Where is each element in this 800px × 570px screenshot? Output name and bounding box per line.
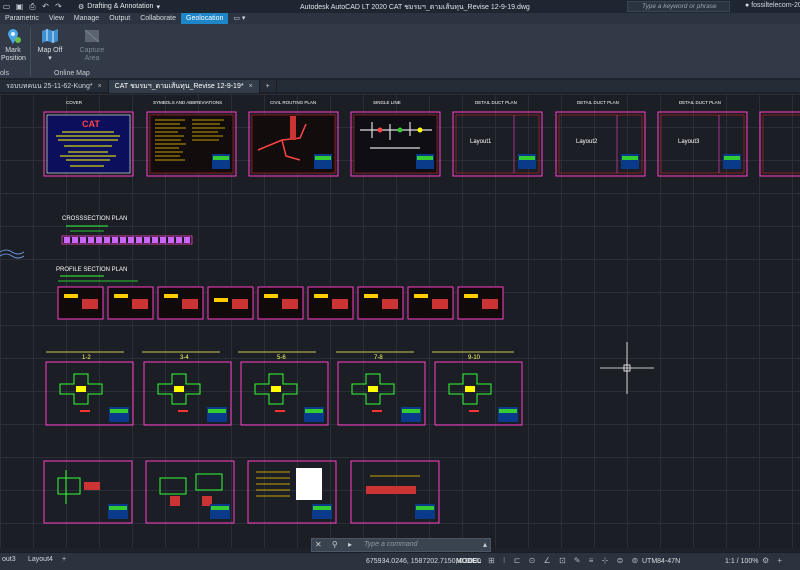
mark-position-button[interactable]: Mark Position [1,27,26,63]
command-line-buttons[interactable]: ✕ ⚲ ▸ [315,540,356,549]
layout-tab[interactable]: Layout4 [28,556,53,563]
sheet-symbols[interactable] [146,111,237,177]
command-line[interactable]: ✕ ⚲ ▸ Type a command ▴ [311,538,491,552]
tab-view[interactable]: View [44,13,69,24]
doc-tab-label: รอบบทคนน 25-11-62-Kung* [6,83,93,90]
map-icon [42,29,58,43]
layout-label: Layout1 [470,139,492,145]
cover-logo: CAT [82,119,100,129]
new-tab-button[interactable]: + [260,80,277,93]
model-space-button[interactable]: MODEL [456,558,481,565]
profile-section-plan[interactable]: PROFILE SECTION PLAN [56,267,138,282]
manhole-label: 3-4 [180,355,189,361]
view-marker [0,249,25,259]
doc-tab-2[interactable]: CAT ชมรมฯ_ตามเส้นทุน_Revise 12-9-19* × [108,80,260,93]
sheet-layout-partial[interactable] [759,111,800,177]
chevron-down-icon: ▾ [156,3,160,11]
capture-area-icon [84,29,100,43]
save-icon[interactable]: ▣ [15,2,24,11]
doc-tab-label: CAT ชมรมฯ_ตามเส้นทุน_Revise 12-9-19* [114,83,244,90]
sheet-layout-1[interactable]: Layout1 [452,111,543,177]
title-bar: ▭ ▣ ⎙ ↶ ↷ ⚙ Drafting & Annotation ▾ Auto… [0,0,800,13]
command-input[interactable]: Type a command [364,541,418,548]
map-off-button[interactable]: Map Off ▾ [36,27,64,63]
sheet-title: SYMBOLS AND ABBREVIATIONS [153,100,222,105]
mark-label-1: Mark [5,47,21,54]
undo-icon[interactable]: ↶ [41,2,50,11]
drawing-svg: COVER SYMBOLS AND ABBREVIATIONS CIVIL RO… [0,100,800,524]
print-icon[interactable]: ⎙ [28,2,37,11]
layout-label: Layout2 [576,139,598,145]
ribbon-tabs: Parametric View Manage Output Collaborat… [0,13,800,24]
chevron-up-icon[interactable]: ▴ [483,540,487,549]
doc-tab-1[interactable]: รอบบทคนน 25-11-62-Kung* × [0,80,109,93]
workspace-switcher[interactable]: ⚙ Drafting & Annotation ▾ [78,1,160,12]
sheet-title: SINGLE LINE [373,100,401,105]
map-pin-icon [8,29,21,44]
layout-tab[interactable]: out3 [2,556,16,563]
ribbon-panel: Mark Position Map Off ▾ Capture Area ols… [0,24,800,79]
capture-label-1: Capture [79,47,105,54]
search-input[interactable]: Type a keyword or phrase [627,1,730,12]
layout-label: Layout3 [678,139,700,145]
add-layout-button[interactable]: + [62,556,66,563]
tab-geolocation[interactable]: Geolocation [181,13,229,24]
sheet-cover[interactable]: CAT [43,111,134,177]
sheet-layout-2[interactable]: Layout2 [555,111,646,177]
crosshair-cursor [600,342,654,394]
open-icon[interactable]: ▭ [2,2,11,11]
workspace-label: Drafting & Annotation [87,3,154,10]
document-tabs: รอบบทคนน 25-11-62-Kung* × CAT ชมรมฯ_ตามเส… [0,80,800,93]
capture-label-2: Area [84,55,100,62]
manhole-label: 9-10 [468,355,481,361]
sheet-title: DETAIL DUCT PLAN [475,100,517,105]
user-account[interactable]: ● fossiltelecom-20 [745,2,800,9]
tab-collaborate[interactable]: Collaborate [135,13,181,24]
autocad-window: ▭ ▣ ⎙ ↶ ↷ ⚙ Drafting & Annotation ▾ Auto… [0,0,800,570]
panel-label-tools: ols [0,70,9,77]
sheet-layout-3[interactable]: Layout3 [657,111,748,177]
gear-icon: ⚙ [78,3,85,11]
tab-parametric[interactable]: Parametric [0,13,44,24]
close-icon[interactable]: × [249,83,253,90]
drafting-toggles[interactable]: ⊞ ⁝ ⊏ ⊙ ∠ ⊡ ✎ ≡ ⊹ ⊜ ⊚ [488,556,641,565]
ribbon-divider [30,27,31,77]
sheet-title: DETAIL DUCT PLAN [577,100,619,105]
profile-title: PROFILE SECTION PLAN [56,267,127,273]
status-menu-icons[interactable]: ⚙ + [762,556,785,565]
tab-output[interactable]: Output [104,13,135,24]
annotation-scale[interactable]: 1:1 / 100% [725,558,758,565]
drawing-canvas[interactable]: COVER SYMBOLS AND ABBREVIATIONS CIVIL RO… [0,94,800,548]
close-icon[interactable]: × [98,83,102,90]
sheet-single-line[interactable] [350,111,441,177]
sheet-civil-routing[interactable] [248,111,339,177]
coordinate-system[interactable]: UTM84-47N [642,558,680,565]
map-off-label: Map Off [37,47,63,54]
user-icon: ● [745,2,750,9]
sheet-title: CIVIL ROUTING PLAN [270,100,316,105]
tab-manage[interactable]: Manage [69,13,104,24]
sheet-title: COVER [66,100,83,105]
mark-label-2: Position [1,55,26,62]
manhole-label: 5-6 [277,355,286,361]
window-title: Autodesk AutoCAD LT 2020 CAT ชมรมฯ_ตามเส… [300,4,530,11]
quick-access-toolbar: ▭ ▣ ⎙ ↶ ↷ [2,2,63,11]
chevron-down-icon: ▾ [48,55,52,62]
panel-label-online-map: Online Map [54,70,90,77]
redo-icon[interactable]: ↷ [54,2,63,11]
user-name: fossiltelecom-20 [751,2,800,9]
ribbon-options-button[interactable]: ▭ ▾ [228,13,250,24]
crosssection-title: CROSSSECTION PLAN [62,216,127,222]
capture-area-button[interactable]: Capture Area [78,27,106,63]
crosssection-plan[interactable]: CROSSSECTION PLAN [61,216,193,245]
manhole-label: 1-2 [82,355,91,361]
status-bar: out3 Layout4 + 675934.0246, 1587202.7150… [0,552,800,570]
sheet-title: DETAIL DUCT PLAN [679,100,721,105]
manhole-label: 7-8 [374,355,383,361]
